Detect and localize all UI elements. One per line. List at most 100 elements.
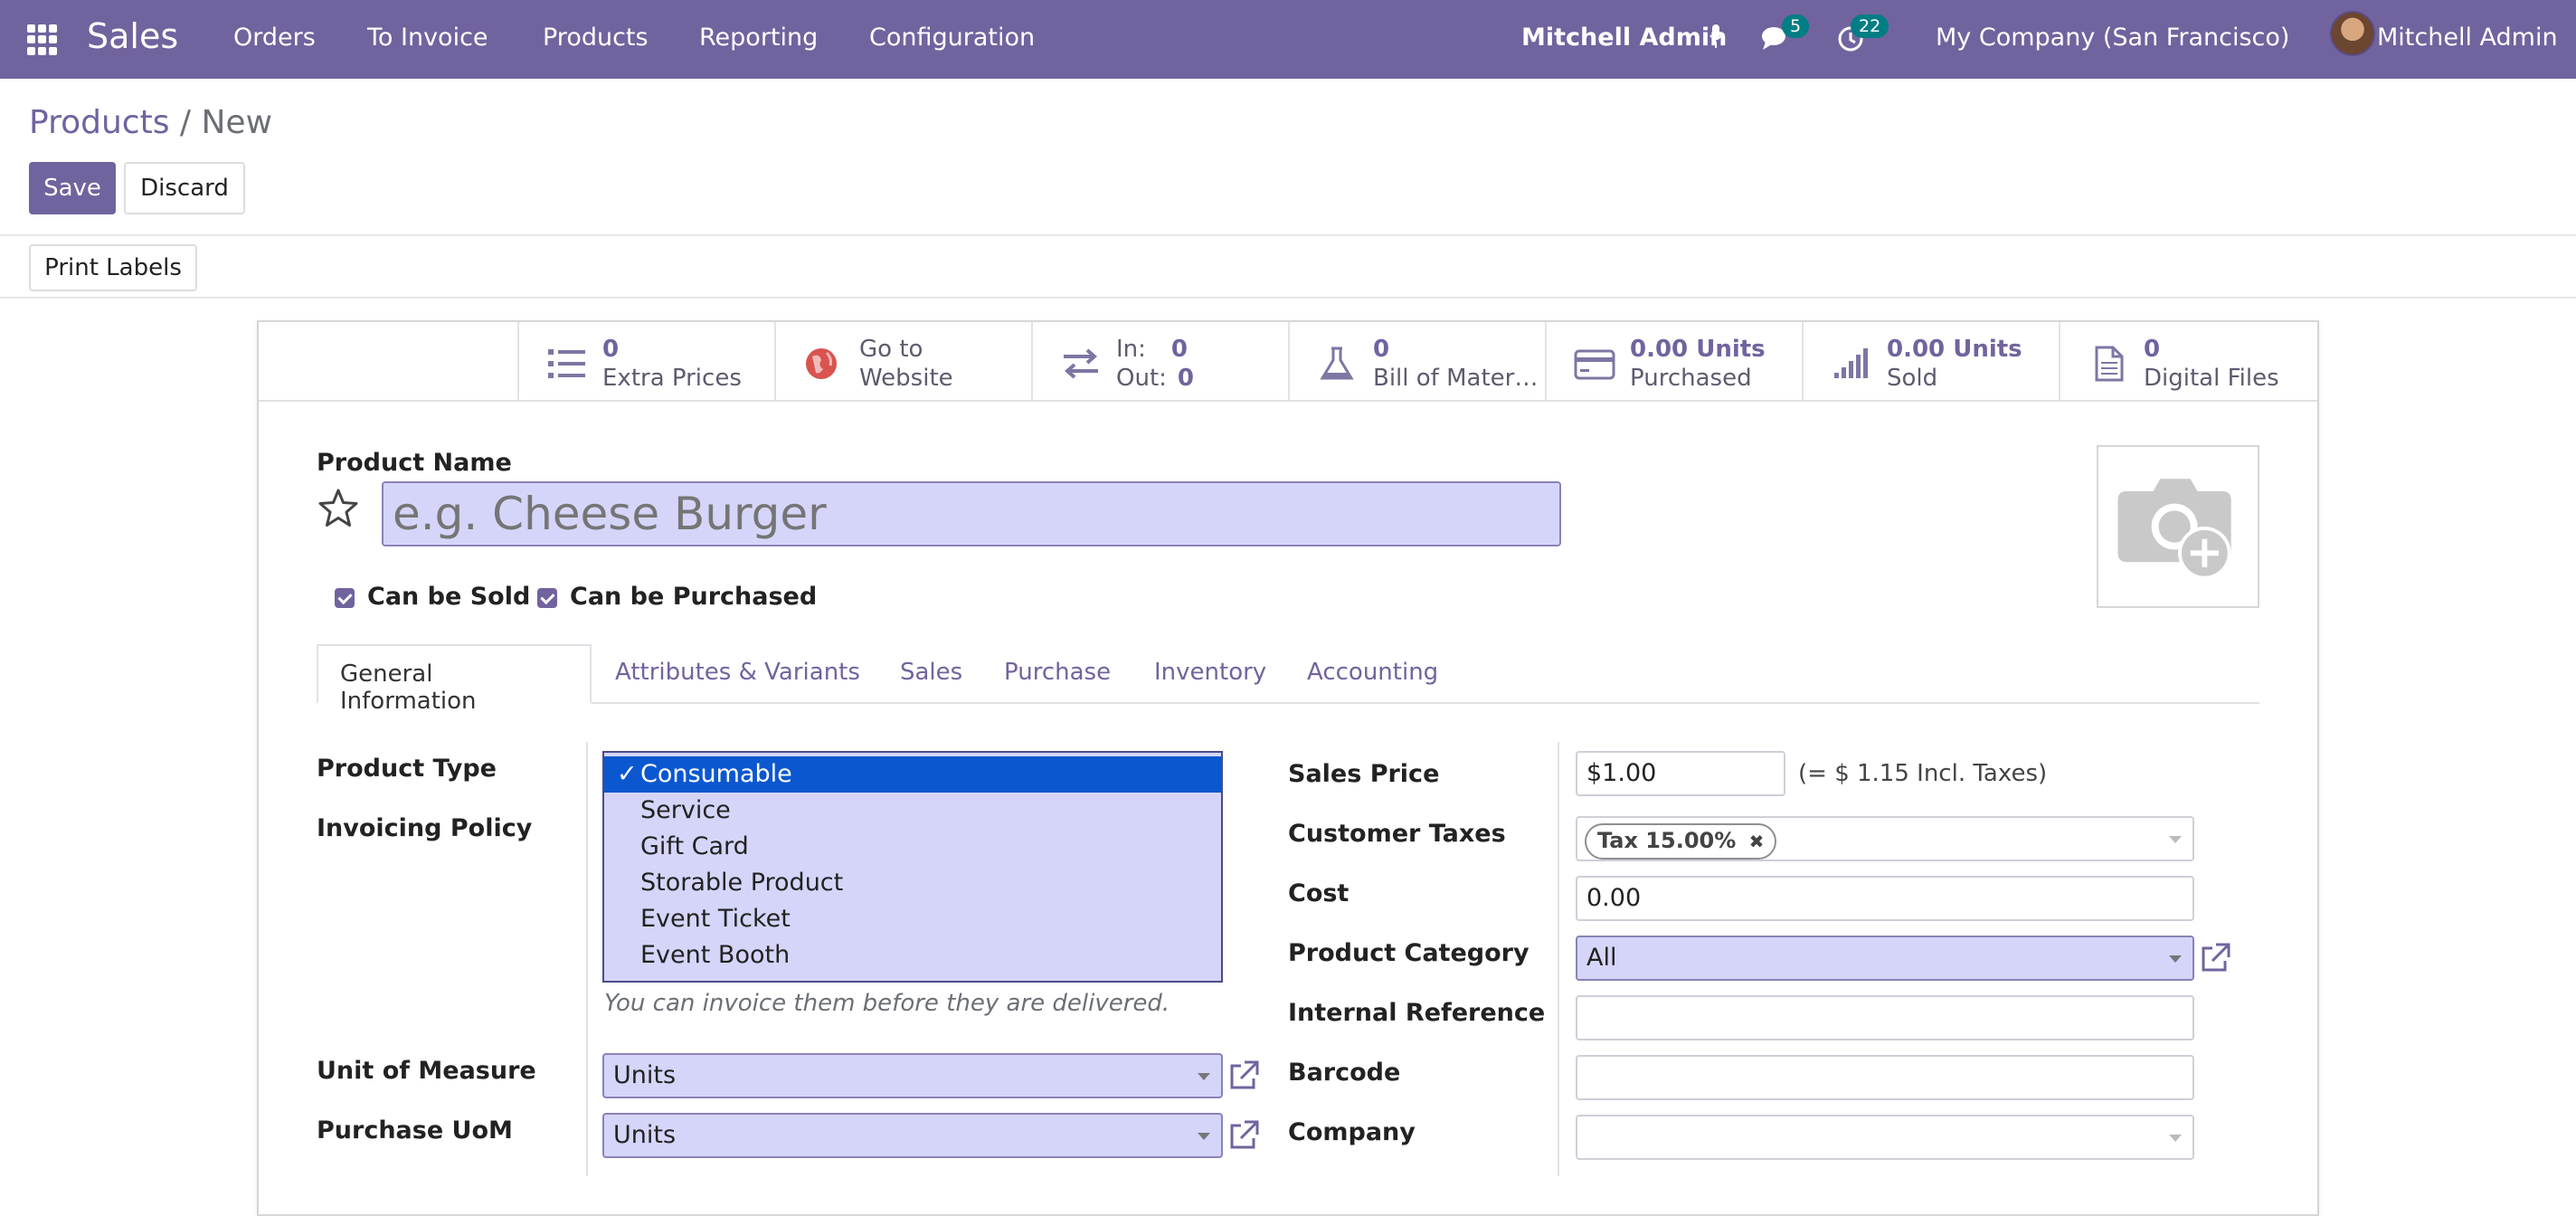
smart-buttons-row: 0 Extra Prices Go to Website In: 0 Out: 0 <box>259 322 2317 402</box>
extra-prices-label: Extra Prices <box>602 365 742 392</box>
can-be-purchased-checkbox[interactable] <box>537 588 557 608</box>
top-navbar: Sales Orders To Invoice Products Reporti… <box>0 0 2576 79</box>
website-label: Website <box>859 365 953 392</box>
camera-add-icon <box>2117 479 2231 580</box>
customer-taxes-label: Customer Taxes <box>1288 820 1506 848</box>
signal-bars-icon <box>1834 348 1868 378</box>
external-link-icon[interactable] <box>2198 941 2232 975</box>
option-gift-card[interactable]: Gift Card <box>604 829 1221 865</box>
can-be-sold-checkbox[interactable] <box>335 588 355 608</box>
flask-icon <box>1320 347 1354 380</box>
tab-attributes-variants[interactable]: Attributes & Variants <box>593 644 882 704</box>
sold-button[interactable]: 0.00 Units Sold <box>1802 322 2059 402</box>
chevron-down-icon <box>2169 955 2182 963</box>
unit-of-measure-select[interactable]: Units <box>602 1053 1223 1098</box>
purchase-uom-select[interactable]: Units <box>602 1113 1223 1158</box>
product-category-label: Product Category <box>1288 939 1530 967</box>
bom-label: Bill of Mater… <box>1373 365 1539 392</box>
divider <box>0 234 2576 236</box>
file-icon <box>2095 346 2124 382</box>
tax-tag-label: Tax 15.00% <box>1597 828 1737 853</box>
bill-of-materials-button[interactable]: 0 Bill of Mater… <box>1288 322 1545 402</box>
tab-purchase[interactable]: Purchase <box>982 644 1132 704</box>
cost-label: Cost <box>1288 879 1350 907</box>
discard-button[interactable]: Discard <box>124 162 245 214</box>
product-category-value: All <box>1586 944 1617 972</box>
in-value: 0 <box>1170 336 1188 363</box>
internal-reference-input[interactable] <box>1576 995 2194 1040</box>
go-to-website-button[interactable]: Go to Website <box>774 322 1031 402</box>
out-value: 0 <box>1177 365 1194 392</box>
barcode-input[interactable] <box>1576 1055 2194 1100</box>
out-label: Out: <box>1116 365 1167 392</box>
digital-files-label: Digital Files <box>2144 365 2279 392</box>
microphone-icon[interactable] <box>1709 24 1722 51</box>
product-name-input[interactable] <box>382 481 1561 546</box>
chevron-down-icon <box>2169 1135 2182 1142</box>
tab-inventory[interactable]: Inventory <box>1132 644 1288 704</box>
breadcrumb-current: New <box>201 104 273 141</box>
user-menu[interactable]: Mitchell Admin <box>2377 24 2558 52</box>
menu-products[interactable]: Products <box>543 24 649 52</box>
messages-badge: 5 <box>1782 14 1810 38</box>
internal-reference-label: Internal Reference <box>1288 999 1546 1027</box>
can-be-purchased-label[interactable]: Can be Purchased <box>570 583 817 611</box>
activities-badge: 22 <box>1851 14 1889 38</box>
app-name[interactable]: Sales <box>87 16 178 56</box>
field-separator <box>586 742 588 1176</box>
option-storable-product[interactable]: Storable Product <box>604 865 1221 901</box>
option-event-ticket[interactable]: Event Ticket <box>604 901 1221 937</box>
breadcrumb-separator: / <box>179 104 192 141</box>
digital-files-button[interactable]: 0 Digital Files <box>2059 322 2317 402</box>
tab-general-information[interactable]: General Information <box>317 644 592 715</box>
option-event-booth[interactable]: Event Booth <box>604 937 1221 974</box>
option-consumable[interactable]: ✓ Consumable <box>604 756 1221 793</box>
bom-count: 0 <box>1373 336 1390 363</box>
apps-menu-icon[interactable] <box>27 24 58 55</box>
extra-prices-count: 0 <box>602 336 620 363</box>
sales-price-input[interactable]: $1.00 <box>1576 751 1785 796</box>
list-icon <box>548 349 585 378</box>
tab-accounting[interactable]: Accounting <box>1285 644 1460 704</box>
print-labels-button[interactable]: Print Labels <box>29 244 197 291</box>
chevron-down-icon <box>2169 836 2182 843</box>
voip-user-name[interactable]: Mitchell Admin <box>1521 24 1727 52</box>
user-avatar[interactable] <box>2330 11 2375 56</box>
cost-input[interactable]: 0.00 <box>1576 876 2194 921</box>
sold-qty: 0.00 Units <box>1887 336 2022 363</box>
product-category-select[interactable]: All <box>1576 936 2194 981</box>
divider <box>0 297 2576 299</box>
purchase-uom-label: Purchase UoM <box>317 1116 513 1145</box>
website-label-top: Go to <box>859 336 923 363</box>
arrows-exchange-icon <box>1064 348 1098 379</box>
menu-configuration[interactable]: Configuration <box>869 24 1035 52</box>
company-switcher[interactable]: My Company (San Francisco) <box>1936 24 2289 52</box>
menu-reporting[interactable]: Reporting <box>699 24 818 52</box>
check-icon: ✓ <box>617 760 638 788</box>
purchased-button[interactable]: 0.00 Units Purchased <box>1545 322 1802 402</box>
menu-orders[interactable]: Orders <box>233 24 316 52</box>
can-be-sold-label[interactable]: Can be Sold <box>367 583 530 611</box>
product-image-upload[interactable] <box>2097 445 2259 608</box>
product-type-label: Product Type <box>317 755 497 783</box>
in-out-moves-button[interactable]: In: 0 Out: 0 <box>1031 322 1288 402</box>
sold-label: Sold <box>1887 365 1938 392</box>
purchased-qty: 0.00 Units <box>1630 336 1766 363</box>
breadcrumb-parent[interactable]: Products <box>29 104 169 141</box>
credit-card-icon <box>1574 349 1615 380</box>
product-type-dropdown[interactable]: ✓ Consumable Service Gift Card Storable … <box>602 751 1223 983</box>
purchased-label: Purchased <box>1630 365 1752 392</box>
save-button[interactable]: Save <box>29 162 116 214</box>
option-service[interactable]: Service <box>604 793 1221 829</box>
tab-sales[interactable]: Sales <box>878 644 984 704</box>
globe-icon <box>806 348 837 379</box>
remove-tag-icon[interactable]: ✖ <box>1749 831 1765 852</box>
menu-to-invoice[interactable]: To Invoice <box>367 24 488 52</box>
favorite-star-icon[interactable] <box>317 487 360 530</box>
external-link-icon[interactable] <box>1226 1118 1261 1153</box>
extra-prices-button[interactable]: 0 Extra Prices <box>517 322 774 402</box>
digital-files-count: 0 <box>2144 336 2161 363</box>
company-select[interactable] <box>1576 1115 2194 1160</box>
invoicing-help-text: You can invoice them before they are del… <box>604 990 1170 1017</box>
external-link-icon[interactable] <box>1226 1059 1261 1093</box>
